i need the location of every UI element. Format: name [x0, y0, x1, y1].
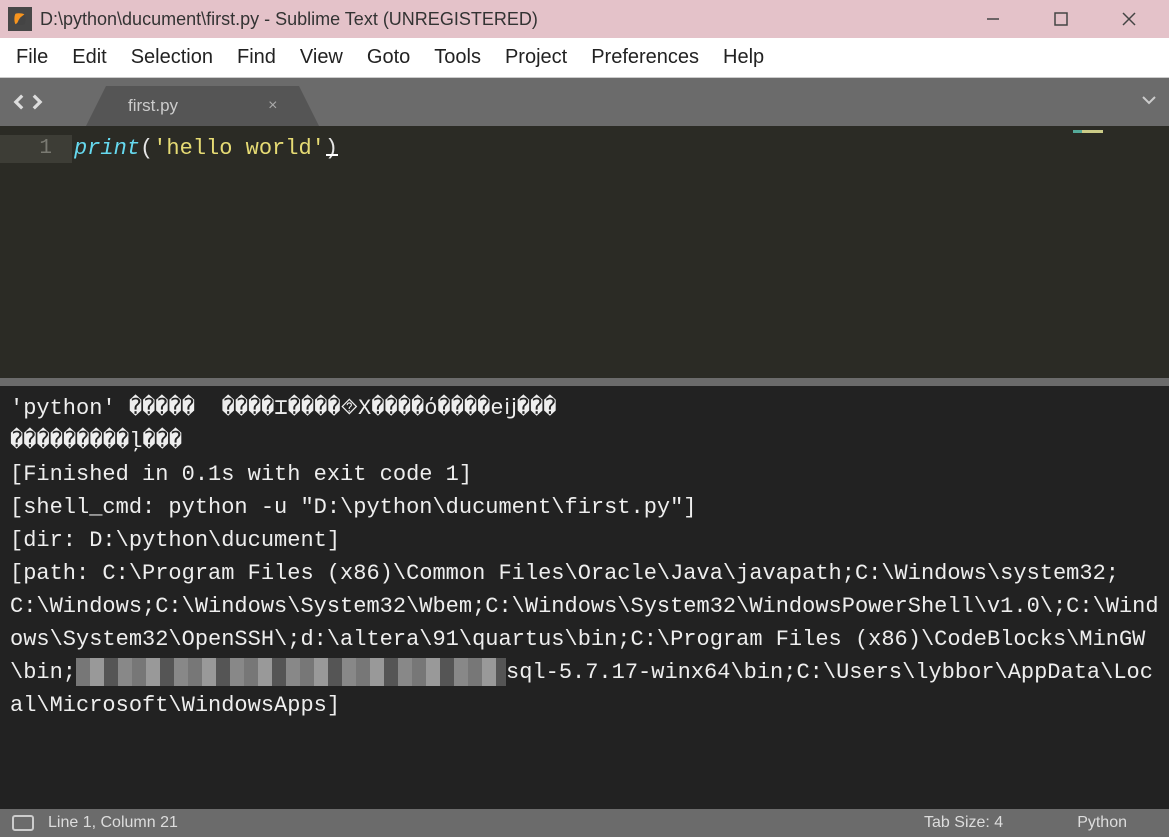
- tab-first-py[interactable]: first.py ×: [106, 86, 299, 126]
- tab-nav-arrows[interactable]: [0, 78, 56, 126]
- maximize-button[interactable]: [1041, 5, 1081, 33]
- tab-bar: first.py ×: [0, 78, 1169, 126]
- menu-tools[interactable]: Tools: [422, 40, 493, 75]
- console-line: [Finished in 0.1s with exit code 1]: [10, 462, 472, 487]
- code-content[interactable]: print('hello world'): [72, 126, 1069, 378]
- tab-prev-icon: [11, 94, 27, 110]
- panel-divider[interactable]: [0, 378, 1169, 386]
- cursor: [326, 154, 338, 156]
- line-number: 1: [0, 135, 72, 163]
- code-token-string: 'hello world': [153, 136, 325, 161]
- menu-view[interactable]: View: [288, 40, 355, 75]
- window-titlebar: D:\python\ducument\first.py - Sublime Te…: [0, 0, 1169, 38]
- menu-project[interactable]: Project: [493, 40, 579, 75]
- tab-close-icon[interactable]: ×: [268, 97, 277, 115]
- minimap-line: [1073, 130, 1103, 133]
- status-syntax[interactable]: Python: [1047, 814, 1157, 832]
- menu-help[interactable]: Help: [711, 40, 776, 75]
- minimize-button[interactable]: [973, 5, 1013, 33]
- menu-selection[interactable]: Selection: [119, 40, 225, 75]
- app-icon: [8, 7, 32, 31]
- menu-edit[interactable]: Edit: [60, 40, 118, 75]
- redacted-segment: [76, 658, 506, 686]
- status-bar: Line 1, Column 21 Tab Size: 4 Python: [0, 809, 1169, 837]
- tab-overflow-icon[interactable]: [1141, 92, 1157, 110]
- minimap[interactable]: [1069, 126, 1169, 378]
- window-title: D:\python\ducument\first.py - Sublime Te…: [40, 9, 965, 30]
- close-button[interactable]: [1109, 5, 1149, 33]
- status-line-col[interactable]: Line 1, Column 21: [48, 814, 178, 832]
- console-line: 'python' ����� ����⌶����⯑X����ό����eĳ���: [10, 396, 557, 421]
- console-line: [dir: D:\python\ducument]: [10, 528, 340, 553]
- menu-bar: File Edit Selection Find View Goto Tools…: [0, 38, 1169, 78]
- console-line: ���������ļ���: [10, 429, 182, 454]
- code-token-fn: print: [74, 136, 140, 161]
- build-output[interactable]: 'python' ����� ����⌶����⯑X����ό����eĳ���…: [0, 386, 1169, 761]
- editor-area[interactable]: 1 print('hello world'): [0, 126, 1169, 378]
- console-line: [shell_cmd: python -u "D:\python\ducumen…: [10, 495, 697, 520]
- empty-area: [0, 761, 1169, 809]
- menu-find[interactable]: Find: [225, 40, 288, 75]
- menu-preferences[interactable]: Preferences: [579, 40, 711, 75]
- status-tab-size[interactable]: Tab Size: 4: [894, 814, 1033, 832]
- code-token-paren-close: ): [325, 136, 338, 161]
- code-token-paren-open: (: [140, 136, 153, 161]
- tab-label: first.py: [128, 96, 178, 116]
- menu-goto[interactable]: Goto: [355, 40, 422, 75]
- menu-file[interactable]: File: [4, 40, 60, 75]
- panel-switcher-icon[interactable]: [12, 815, 34, 831]
- tab-next-icon: [29, 94, 45, 110]
- gutter: 1: [0, 126, 72, 378]
